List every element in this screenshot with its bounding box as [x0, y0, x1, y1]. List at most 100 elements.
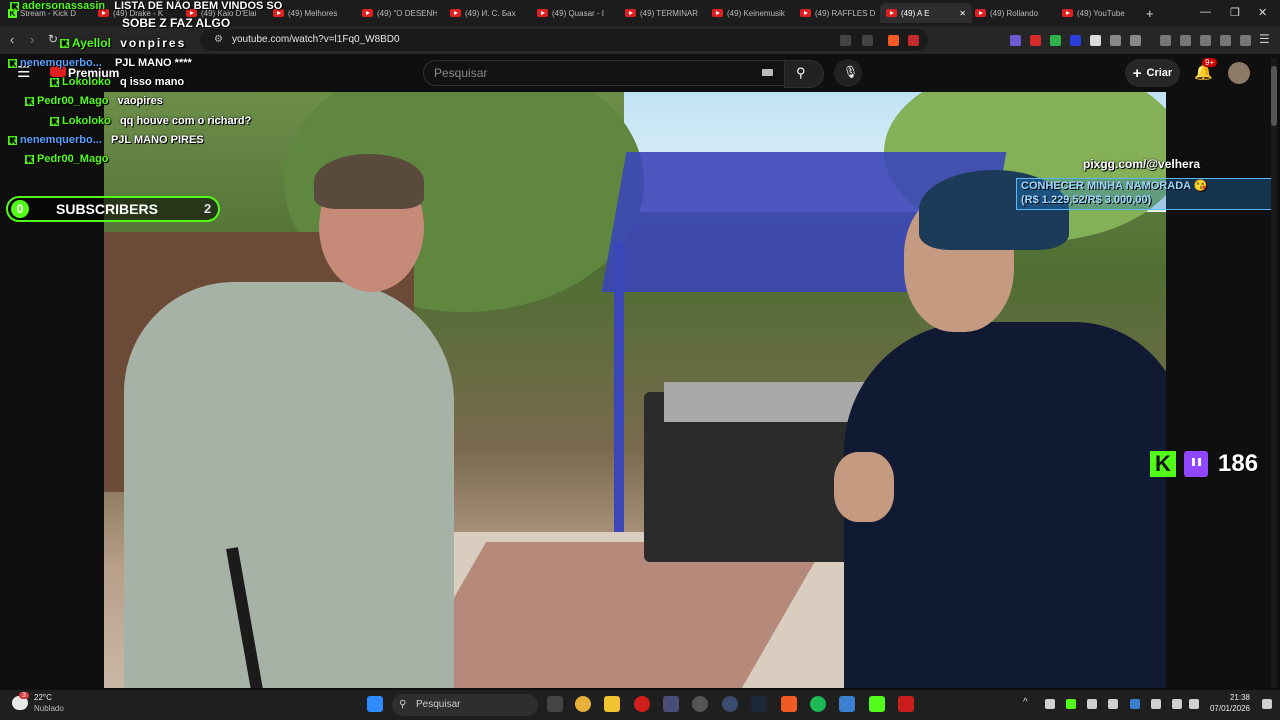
donation-goal-widget: CONHECER MINHA NAMORADA 😘 (R$ 1.229,52/R… [1016, 178, 1274, 210]
clock-date[interactable]: 07/01/2026 [1205, 704, 1250, 713]
taskbar-search[interactable]: ⚲ Pesquisar [392, 694, 538, 716]
kick-app-icon[interactable] [869, 696, 885, 712]
clock-time[interactable]: 21:38 [1210, 693, 1250, 702]
tab-rollando[interactable]: (49) Rollando [975, 3, 1050, 23]
extension-icon[interactable] [1070, 35, 1081, 46]
app-icon[interactable] [692, 696, 708, 712]
search-button[interactable]: ⚲ [784, 60, 824, 88]
leo-ai-icon[interactable] [1220, 35, 1231, 46]
tab-terminar[interactable]: (49) TERMINAR [625, 3, 700, 23]
sidebar-icon[interactable] [1180, 35, 1191, 46]
kick-logo-icon: K [1150, 451, 1176, 477]
network-icon[interactable] [1172, 699, 1182, 709]
microphone-tray-icon[interactable] [1151, 699, 1161, 709]
extensions-puzzle-icon[interactable] [1110, 35, 1121, 46]
avatar[interactable] [1228, 62, 1250, 84]
scrollbar-thumb[interactable] [1271, 66, 1277, 126]
kick-icon: K [60, 39, 69, 49]
keyboard-icon[interactable] [762, 69, 773, 76]
streamer-overlay: K Ayellol vonpires [60, 36, 186, 50]
tab-label: (49) "O DESENH [377, 8, 437, 18]
url-text[interactable]: youtube.com/watch?v=l1Fq0_W8BD0 [232, 34, 400, 45]
brave-rewards-icon[interactable] [908, 35, 919, 46]
forward-icon[interactable]: › [30, 32, 34, 47]
tab-youtube[interactable]: (49) YouTube [1062, 3, 1137, 23]
viewer-count-widget: K 186 [1150, 450, 1258, 478]
adobe-icon[interactable] [898, 696, 914, 712]
back-icon[interactable]: ‹ [10, 32, 14, 47]
minimize-icon[interactable]: — [1200, 6, 1211, 18]
windows-start-icon[interactable] [367, 696, 383, 712]
steam-icon[interactable] [751, 696, 767, 712]
extension-icon[interactable] [1090, 35, 1101, 46]
youtube-icon [537, 9, 548, 17]
video-old-man [124, 282, 454, 688]
media-icon[interactable] [1160, 35, 1171, 46]
spotify-icon[interactable] [810, 696, 826, 712]
wallet-icon[interactable] [1200, 35, 1211, 46]
chat-line: K Pedr00_Mago [25, 153, 115, 165]
chat-line: K Pedr00_Mago vaopires [25, 95, 163, 107]
share-icon[interactable] [862, 35, 873, 46]
tab-active-video[interactable]: (49) A E ✕ [880, 3, 972, 23]
subscribers-current: 0 [11, 200, 29, 218]
streamer-tag: vonpires [120, 36, 187, 50]
file-explorer-icon[interactable] [604, 696, 620, 712]
tab-desenho[interactable]: (49) "O DESENH [362, 3, 437, 23]
close-tab-icon[interactable]: ✕ [959, 9, 966, 18]
extension-icon[interactable] [1050, 35, 1061, 46]
brave-shields-icon[interactable] [888, 35, 899, 46]
chevron-up-icon[interactable]: ^ [1023, 697, 1028, 708]
menu-icon[interactable]: ☰ [1259, 32, 1270, 46]
tray-icon[interactable] [1066, 699, 1076, 709]
chat-message: q isso mano [119, 76, 185, 88]
reload-icon[interactable]: ↻ [48, 32, 58, 46]
app-icon[interactable] [663, 696, 679, 712]
subscribers-goal: 2 [204, 201, 212, 216]
chat-message: PJL MANO PIRES [110, 134, 204, 146]
brave-icon[interactable] [781, 696, 797, 712]
close-window-icon[interactable]: ✕ [1258, 6, 1267, 19]
tab-melhores[interactable]: (49) Melhores [273, 3, 348, 23]
notification-center-icon[interactable] [1262, 699, 1272, 709]
volume-icon[interactable] [1189, 699, 1199, 709]
tab-label: (49) TERMINAR [640, 8, 699, 18]
maximize-icon[interactable]: ❐ [1230, 6, 1240, 19]
plus-icon: + [1132, 64, 1142, 82]
cast-icon[interactable] [840, 35, 851, 46]
opera-icon[interactable] [634, 696, 650, 712]
tray-icon[interactable] [1087, 699, 1097, 709]
new-tab-button[interactable]: + [1146, 3, 1158, 23]
youtube-icon [975, 9, 986, 17]
task-view-icon[interactable] [547, 696, 563, 712]
browser-address-bar: ‹ › ↻ ⚙ youtube.com/watch?v=l1Fq0_W8BD0 … [0, 26, 1280, 54]
vpn-icon[interactable] [1240, 35, 1251, 46]
app-icon[interactable] [722, 696, 738, 712]
search-icon: ⚲ [399, 699, 407, 710]
tab-bach[interactable]: (49) И. С. Бах [450, 3, 525, 23]
voice-search-button[interactable]: 🎙 [834, 59, 862, 87]
kick-icon: K [8, 58, 17, 68]
chat-message: PJL MANO **** [114, 57, 192, 69]
tab-raffles[interactable]: (49) RAFFLES D [800, 3, 875, 23]
create-button[interactable]: + Criar [1125, 59, 1180, 87]
tab-search-icon[interactable] [1130, 35, 1141, 46]
tray-icon[interactable] [1045, 699, 1055, 709]
chat-user: nenemquerbo... [20, 134, 102, 146]
notepad-icon[interactable] [839, 696, 855, 712]
chat-line: K Lokoloko qq houve com o richard? [50, 115, 251, 127]
youtube-icon [800, 9, 811, 17]
youtube-icon [1062, 9, 1073, 17]
bluetooth-icon[interactable] [1130, 699, 1140, 709]
extension-icon[interactable] [1010, 35, 1021, 46]
search-input[interactable]: Pesquisar [423, 60, 785, 86]
extension-icon[interactable] [1030, 35, 1041, 46]
scrollbar[interactable] [1271, 58, 1277, 688]
site-settings-icon[interactable]: ⚙ [214, 34, 223, 45]
tab-quasar[interactable]: (49) Quasar - I [537, 3, 612, 23]
youtube-icon [886, 9, 897, 17]
tab-keinemusik[interactable]: (49) Keinemusik [712, 3, 787, 23]
tray-icon[interactable] [1108, 699, 1118, 709]
video-player[interactable] [104, 92, 1166, 688]
chrome-icon[interactable] [575, 696, 591, 712]
